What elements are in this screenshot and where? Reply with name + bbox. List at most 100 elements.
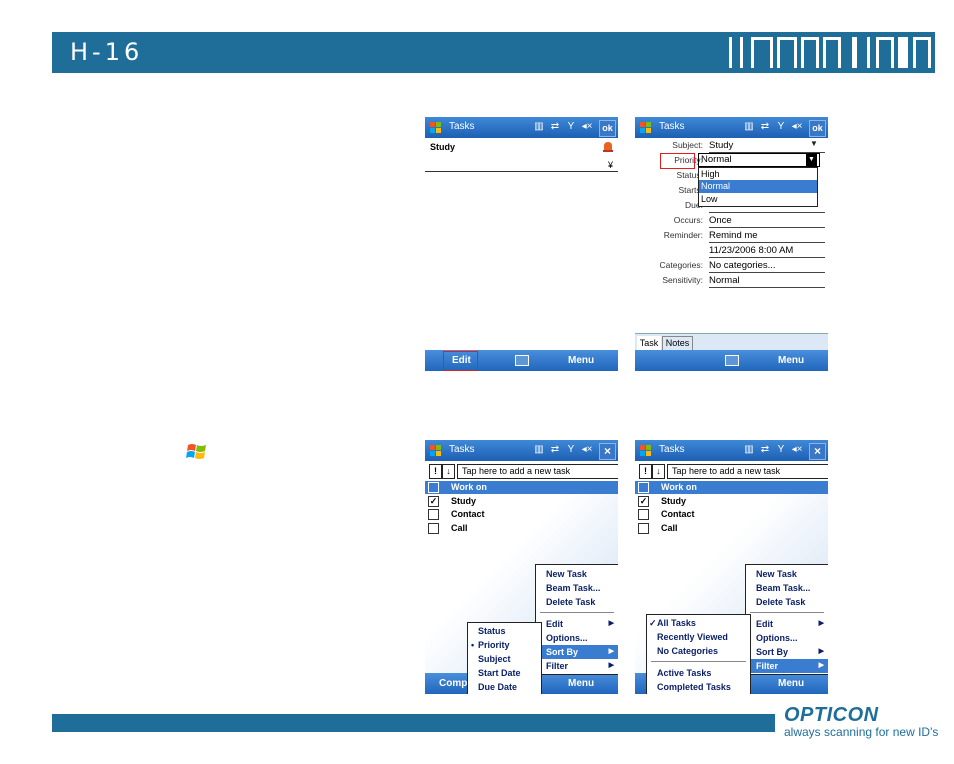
signal-icon[interactable]: Y [564,120,578,134]
reminder-time-input[interactable]: 11/23/2006 8:00 AM [709,244,825,258]
task-row[interactable]: Work on [635,481,828,494]
volume-icon[interactable]: ◂× [580,443,594,457]
filter-option-active-tasks[interactable]: Active Tasks [647,666,750,680]
task-row[interactable]: Call [635,522,828,535]
priority-option-high[interactable]: High [699,168,817,180]
submenu-arrow-icon: ▶ [608,620,614,627]
ok-button[interactable]: ok [809,120,826,137]
sort-arrow-icon[interactable]: ↓ [442,464,455,479]
volume-icon[interactable]: ◂× [790,120,804,134]
task-row[interactable]: ✓ Study [635,495,828,508]
priority-sort-icon[interactable]: ! [639,464,652,479]
volume-icon[interactable]: ◂× [790,443,804,457]
menu-separator [750,612,824,613]
keyboard-icon[interactable] [725,355,739,366]
menu-item-filter[interactable]: Filter ▶ [746,659,828,673]
priority-sort-icon[interactable]: ! [429,464,442,479]
start-flag-icon[interactable] [428,442,444,458]
menu-softkey[interactable]: Menu [568,355,594,366]
checkbox[interactable] [428,509,439,520]
task-row[interactable]: Work on [425,481,618,494]
sync-icon[interactable]: ⇄ [548,120,562,134]
checkbox[interactable] [428,482,439,493]
dropdown-arrow-icon[interactable]: ▼ [806,153,817,167]
menu-softkey[interactable]: Menu [778,678,804,689]
menu-item-delete-task[interactable]: Delete Task [536,595,618,609]
sync-icon[interactable]: ⇄ [548,443,562,457]
sort-option-priority[interactable]: • Priority [468,638,541,652]
expand-icon[interactable]: ¥ [608,160,613,170]
task-row[interactable]: ✓ Study [425,495,618,508]
checkbox[interactable]: ✓ [638,496,649,507]
page-title: H-16 [70,38,144,66]
checkbox[interactable] [638,482,649,493]
close-button[interactable]: × [599,443,616,460]
priority-option-normal[interactable]: Normal [699,180,817,193]
checkbox[interactable] [428,523,439,534]
priority-select[interactable]: Normal [698,153,820,167]
reminder-input[interactable]: Remind me [709,229,825,243]
menu-item-edit[interactable]: Edit ▶ [746,617,828,631]
menu-item-sort-by[interactable]: Sort By ▶ [746,645,828,659]
menu-item-options[interactable]: Options... [746,631,828,645]
menu-softkey[interactable]: Menu [778,355,804,366]
subject-input[interactable]: Study [709,139,825,153]
title-bar: Tasks ▥ ⇄ Y ◂× × [635,440,828,461]
close-button[interactable]: × [809,443,826,460]
field-label: Occurs: [673,215,703,225]
menu-softkey[interactable]: Menu [568,678,594,689]
sync-icon[interactable]: ⇄ [758,443,772,457]
start-flag-icon[interactable] [638,119,654,135]
tab-notes[interactable]: Notes [662,336,693,351]
filter-option-all-tasks[interactable]: ✓ All Tasks [647,616,750,630]
sync-icon[interactable]: ⇄ [758,120,772,134]
tab-task[interactable]: Task [637,336,661,350]
start-flag-icon[interactable] [638,442,654,458]
add-task-input[interactable]: Tap here to add a new task [667,464,828,479]
filter-option-completed-tasks[interactable]: Completed Tasks [647,680,750,694]
volume-icon[interactable]: ◂× [580,120,594,134]
menu-item-sort-by[interactable]: Sort By ▶ [536,645,618,659]
sort-option-due-date[interactable]: Due Date [468,680,541,694]
menu-item-beam-task[interactable]: Beam Task... [536,581,618,595]
occurs-input[interactable]: Once [709,214,825,228]
menu-item-delete-task[interactable]: Delete Task [746,595,828,609]
barcode-icon[interactable]: ▥ [742,120,756,134]
add-task-input[interactable]: Tap here to add a new task [457,464,618,479]
checkbox[interactable] [638,509,649,520]
filter-option-recently-viewed[interactable]: Recently Viewed [647,630,750,644]
keyboard-icon[interactable] [515,355,529,366]
app-title: Tasks [659,444,685,455]
sort-arrow-icon[interactable]: ↓ [652,464,665,479]
sort-option-start-date[interactable]: Start Date [468,666,541,680]
menu-item-filter[interactable]: Filter ▶ [536,659,618,673]
task-row[interactable]: Contact [635,508,828,521]
sort-option-subject[interactable]: Subject [468,652,541,666]
sort-option-status[interactable]: Status [468,624,541,638]
dropdown-arrow-icon[interactable]: ▼ [810,139,818,148]
menu-item-edit[interactable]: Edit ▶ [536,617,618,631]
signal-icon[interactable]: Y [564,443,578,457]
menu-item-beam-task[interactable]: Beam Task... [746,581,828,595]
signal-icon[interactable]: Y [774,443,788,457]
checkbox[interactable] [638,523,649,534]
start-flag-icon[interactable] [428,119,444,135]
categories-input[interactable]: No categories... [709,259,825,273]
barcode-icon[interactable]: ▥ [532,120,546,134]
sensitivity-input[interactable]: Normal [709,274,825,288]
checkbox[interactable]: ✓ [428,496,439,507]
check-icon: ✓ [649,618,657,628]
ok-button[interactable]: ok [599,120,616,137]
menu-item-new-task[interactable]: New Task [536,567,618,581]
priority-option-low[interactable]: Low [699,193,817,205]
barcode-icon[interactable]: ▥ [742,443,756,457]
left-softkey[interactable]: Comp [439,678,467,689]
filter-option-no-categories[interactable]: No Categories [647,644,750,658]
task-row[interactable]: Call [425,522,618,535]
device-screen-filter-menu: Tasks ▥ ⇄ Y ◂× × ! ↓ Tap here to add a n… [635,440,828,694]
menu-item-options[interactable]: Options... [536,631,618,645]
menu-item-new-task[interactable]: New Task [746,567,828,581]
barcode-icon[interactable]: ▥ [532,443,546,457]
signal-icon[interactable]: Y [774,120,788,134]
task-row[interactable]: Contact [425,508,618,521]
